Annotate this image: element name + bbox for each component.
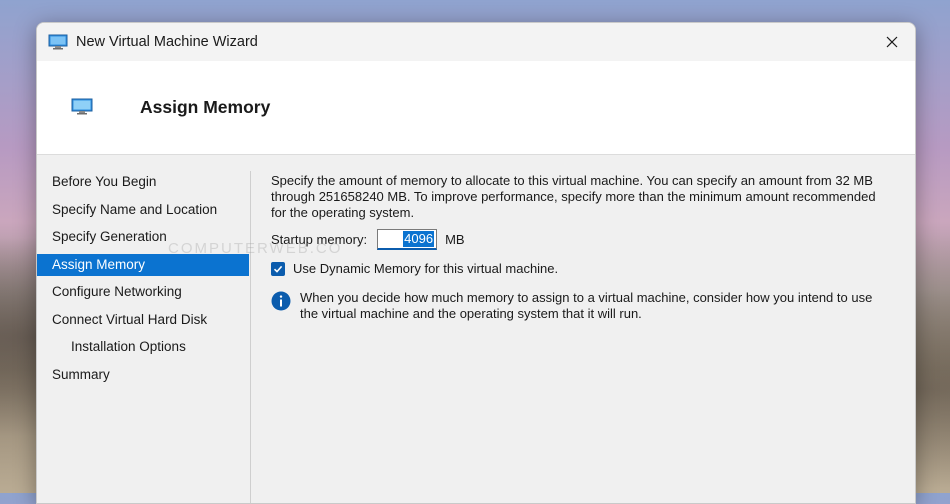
wizard-header: Assign Memory [37,61,915,155]
step-label: Before You Begin [52,174,157,189]
step-assign-memory[interactable]: Assign Memory [37,254,249,276]
dynamic-memory-checkbox[interactable] [271,261,285,276]
dynamic-memory-row: Use Dynamic Memory for this virtual mach… [271,261,895,276]
step-label: Configure Networking [52,284,182,299]
monitor-icon [48,34,68,50]
step-label: Specify Name and Location [52,202,218,217]
monitor-icon [71,98,93,116]
page-title: Assign Memory [140,97,271,117]
step-summary[interactable]: Summary [37,364,249,386]
memory-description: Specify the amount of memory to allocate… [271,173,876,220]
watermark: COMPUTERWEB.CO [168,240,343,257]
info-note: When you decide how much memory to assig… [271,290,895,322]
panel-divider [250,171,251,503]
wizard-window: New Virtual Machine Wizard Assign Memory… [36,22,916,504]
step-installation-options[interactable]: Installation Options [37,336,249,358]
title-bar: New Virtual Machine Wizard [37,23,915,61]
startup-memory-input[interactable]: 4096 [377,229,438,250]
startup-memory-unit: MB [445,232,465,247]
content-panel: Specify the amount of memory to allocate… [271,173,895,322]
close-button[interactable] [869,23,915,61]
checkmark-icon [273,265,283,273]
info-icon [271,291,291,311]
info-text: When you decide how much memory to assig… [300,290,873,321]
startup-memory-value: 4096 [403,231,435,247]
step-label: Assign Memory [52,257,146,272]
step-label: Installation Options [71,339,186,354]
step-label: Connect Virtual Hard Disk [52,312,208,327]
step-list: Before You Begin Specify Name and Locati… [37,155,251,503]
startup-memory-row: Startup memory: 4096 MB [271,229,895,250]
dynamic-memory-label: Use Dynamic Memory for this virtual mach… [293,261,559,276]
step-specify-name-and-location[interactable]: Specify Name and Location [37,199,249,221]
step-label: Specify Generation [52,229,167,244]
step-connect-virtual-hard-disk[interactable]: Connect Virtual Hard Disk [37,309,249,331]
step-before-you-begin[interactable]: Before You Begin [37,171,249,193]
step-configure-networking[interactable]: Configure Networking [37,281,249,303]
close-icon [886,36,898,48]
wizard-body: Before You Begin Specify Name and Locati… [37,155,915,503]
window-title: New Virtual Machine Wizard [76,34,258,50]
step-label: Summary [52,367,110,382]
